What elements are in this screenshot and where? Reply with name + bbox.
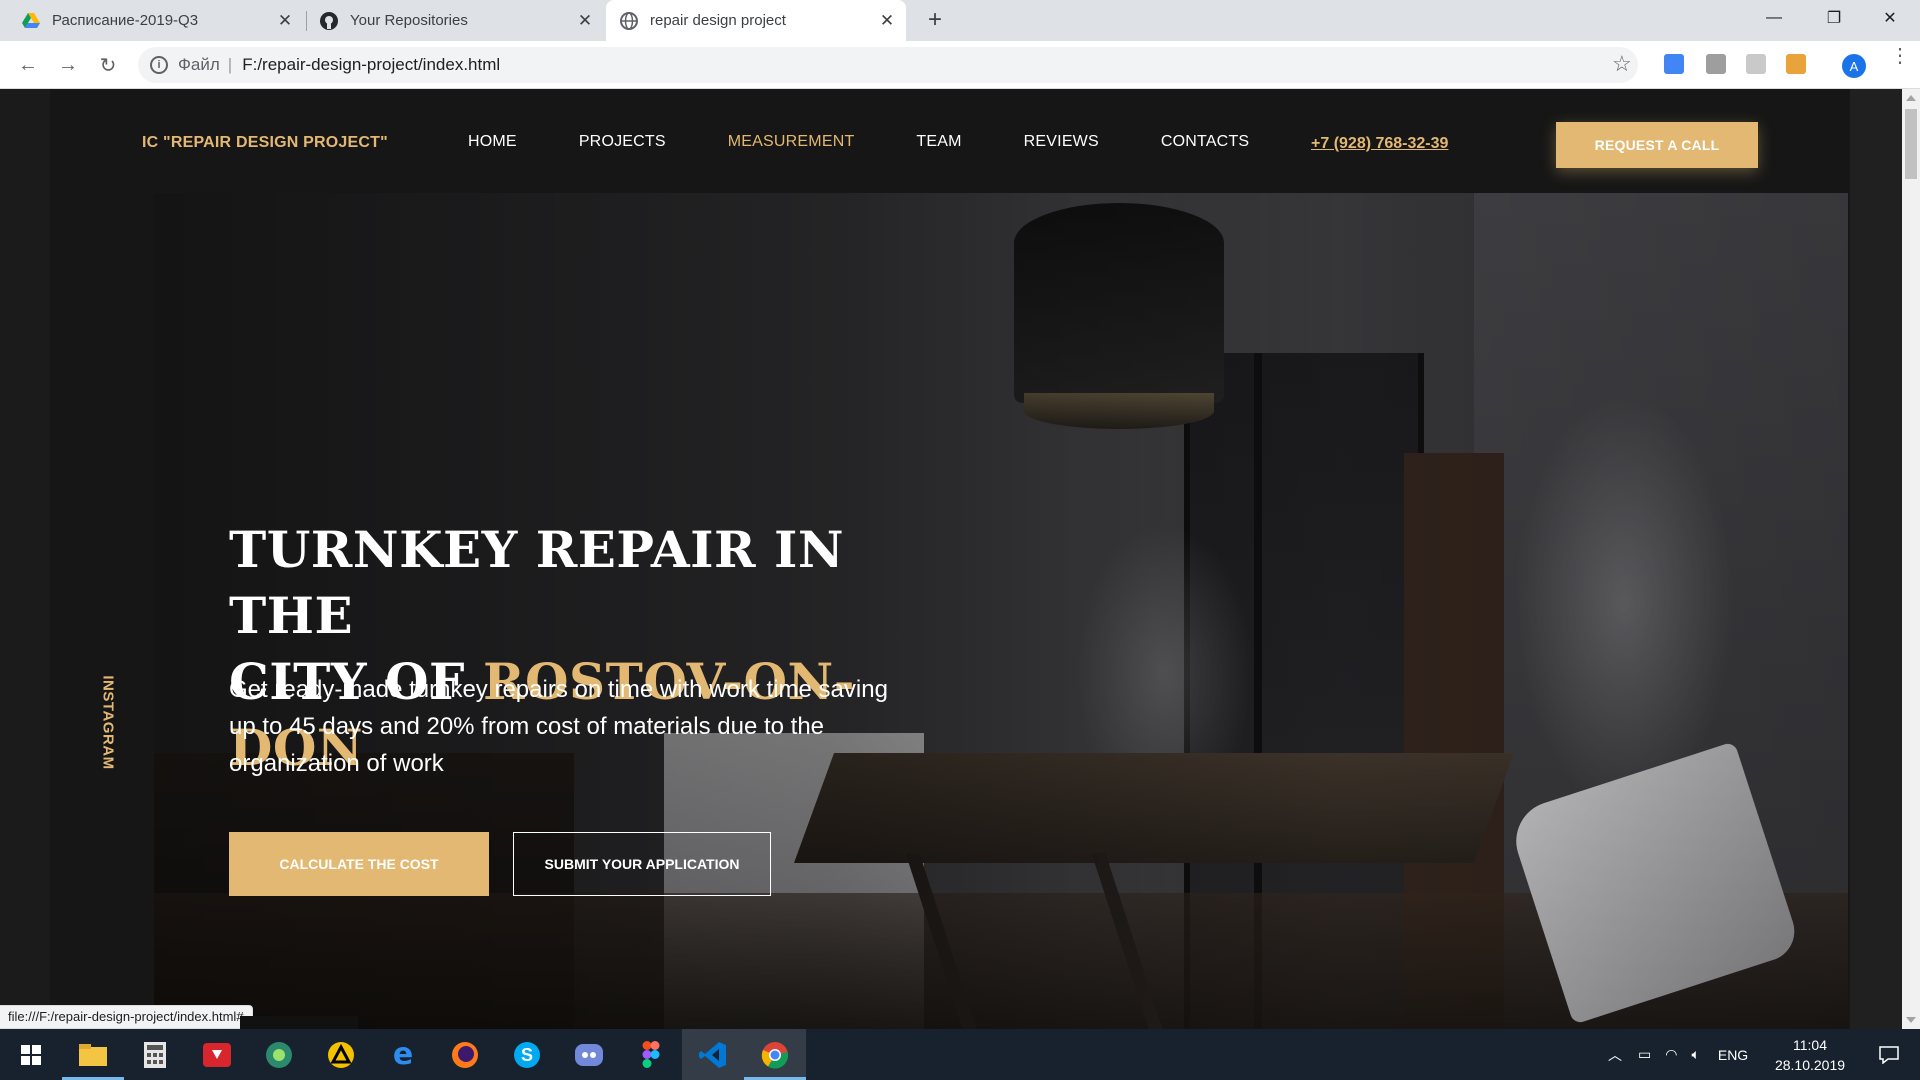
- windows-taskbar: e S ︿ ▭ ◠ 🔈︎ ENG 11:04 28.10.2019: [0, 1029, 1920, 1080]
- skype-icon[interactable]: S: [496, 1029, 558, 1080]
- windows-start-icon[interactable]: [0, 1029, 62, 1080]
- vscode-icon[interactable]: [682, 1029, 744, 1080]
- nav-item-projects[interactable]: PROJECTS: [579, 133, 666, 151]
- svg-text:S: S: [521, 1045, 533, 1065]
- address-bar[interactable]: i Файл | F:/repair-design-project/index.…: [138, 47, 1638, 83]
- scroll-down-arrow-icon[interactable]: [1906, 1017, 1916, 1023]
- instagram-label[interactable]: INSTAGRAM: [100, 673, 117, 773]
- extension-icon[interactable]: [1706, 54, 1726, 74]
- forward-icon[interactable]: →: [54, 51, 82, 79]
- phone-link[interactable]: +7 (928) 768-32-39: [1311, 135, 1448, 153]
- nav-item-team[interactable]: TEAM: [916, 133, 961, 151]
- minimize-window-icon[interactable]: —: [1744, 0, 1804, 36]
- show-hidden-icons-icon[interactable]: ︿: [1608, 1045, 1622, 1065]
- restore-window-icon[interactable]: ❐: [1804, 0, 1864, 36]
- download-master-icon[interactable]: [186, 1029, 248, 1080]
- browser-menu-icon[interactable]: ⋮: [1890, 46, 1910, 66]
- google-drive-icon: [22, 12, 40, 30]
- archicad-icon[interactable]: [310, 1029, 372, 1080]
- volume-icon[interactable]: 🔈︎: [1691, 1046, 1699, 1063]
- edge-icon[interactable]: e: [372, 1029, 434, 1080]
- hero-subtitle: Get ready-made turnkey repairs on time w…: [229, 676, 888, 777]
- translate-extension-icon[interactable]: [1664, 54, 1684, 74]
- bookmark-star-icon[interactable]: ☆: [1612, 51, 1632, 77]
- close-tab-icon[interactable]: ✕: [576, 12, 594, 30]
- chrome-icon[interactable]: [744, 1029, 806, 1080]
- address-scheme: Файл: [178, 55, 220, 74]
- status-bar-edge: [240, 1016, 358, 1029]
- calculate-cost-button[interactable]: CALCULATE THE COST: [229, 832, 489, 896]
- gps-icon[interactable]: [248, 1029, 310, 1080]
- close-window-icon[interactable]: ✕: [1860, 0, 1920, 36]
- pdf-extension-icon[interactable]: [1746, 54, 1766, 74]
- browser-toolbar: ← → ↻ i Файл | F:/repair-design-project/…: [0, 41, 1920, 89]
- address-divider: |: [227, 55, 233, 74]
- tab-repositories[interactable]: Your Repositories ✕: [306, 0, 604, 41]
- wifi-icon[interactable]: ◠: [1665, 1046, 1677, 1063]
- tab-schedule[interactable]: Расписание-2019-Q3 ✕: [8, 0, 304, 41]
- left-rail: [0, 89, 50, 1029]
- nav-item-reviews[interactable]: REVIEWS: [1024, 133, 1099, 151]
- tab-title: repair design project: [650, 12, 786, 29]
- status-bar-url: file:///F:/repair-design-project/index.h…: [0, 1005, 253, 1029]
- address-url: F:/repair-design-project/index.html: [242, 55, 501, 74]
- submit-application-button[interactable]: SUBMIT YOUR APPLICATION: [513, 832, 771, 896]
- close-tab-icon[interactable]: ✕: [878, 12, 896, 30]
- calculator-icon[interactable]: [124, 1029, 186, 1080]
- tab-repair-design[interactable]: repair design project ✕: [606, 0, 906, 41]
- battery-icon[interactable]: ▭: [1638, 1046, 1651, 1063]
- file-explorer-icon[interactable]: [62, 1029, 124, 1080]
- request-call-button[interactable]: REQUEST A CALL: [1556, 122, 1758, 168]
- back-icon[interactable]: ←: [14, 51, 42, 79]
- nav-item-measurement[interactable]: MEASUREMENT: [728, 133, 855, 151]
- extension-icon[interactable]: [1786, 54, 1806, 74]
- taskbar-clock[interactable]: 11:04 28.10.2019: [1772, 1035, 1848, 1075]
- globe-icon: [620, 11, 638, 30]
- clock-date: 28.10.2019: [1774, 1057, 1846, 1073]
- close-tab-icon[interactable]: ✕: [276, 12, 294, 30]
- profile-avatar[interactable]: A: [1842, 54, 1866, 78]
- hero-title-line1: TURNKEY REPAIR IN THE: [229, 520, 845, 645]
- page-viewport: IC "REPAIR DESIGN PROJECT" HOME PROJECTS…: [0, 89, 1902, 1029]
- scroll-up-arrow-icon[interactable]: [1906, 95, 1916, 101]
- nav-item-home[interactable]: HOME: [468, 133, 517, 151]
- language-indicator[interactable]: ENG: [1718, 1047, 1748, 1063]
- discord-icon[interactable]: [558, 1029, 620, 1080]
- new-tab-button[interactable]: +: [922, 8, 948, 34]
- site-logo[interactable]: IC "REPAIR DESIGN PROJECT": [142, 134, 388, 152]
- page-scrollbar[interactable]: [1902, 89, 1920, 1029]
- tab-title: Расписание-2019-Q3: [52, 12, 199, 29]
- figma-icon[interactable]: [620, 1029, 682, 1080]
- github-icon: [320, 11, 338, 30]
- firefox-icon[interactable]: [434, 1029, 496, 1080]
- scrollbar-thumb[interactable]: [1905, 109, 1917, 179]
- system-tray: ︿ ▭ ◠ 🔈︎ ENG: [1608, 1029, 1748, 1080]
- nav-item-contacts[interactable]: CONTACTS: [1161, 133, 1249, 151]
- clock-time: 11:04: [1793, 1037, 1827, 1053]
- browser-tab-strip: Расписание-2019-Q3 ✕ Your Repositories ✕…: [0, 0, 1920, 41]
- info-icon[interactable]: i: [150, 56, 168, 74]
- main-nav: HOME PROJECTS MEASUREMENT TEAM REVIEWS C…: [468, 133, 1311, 151]
- notifications-icon[interactable]: [1858, 1029, 1920, 1080]
- tab-title: Your Repositories: [350, 12, 468, 29]
- reload-icon[interactable]: ↻: [94, 51, 122, 79]
